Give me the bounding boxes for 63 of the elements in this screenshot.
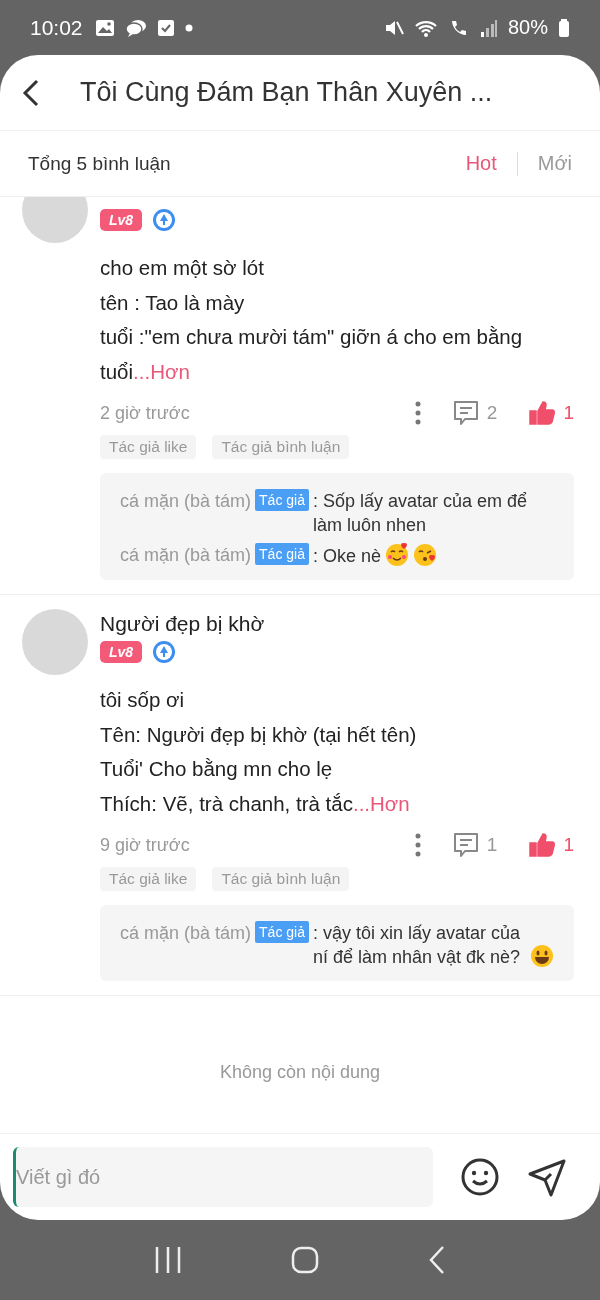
author-tag: Tác giả bình luận	[212, 867, 350, 891]
timestamp: 2 giờ trước	[100, 402, 191, 424]
comment-total: Tổng 5 bình luận	[28, 152, 172, 175]
send-icon	[527, 1157, 567, 1197]
like-count: 1	[563, 402, 574, 424]
more-options-button[interactable]	[414, 833, 421, 857]
sort-tab[interactable]: Mới	[537, 152, 572, 175]
username: Người đẹp bị khờ	[100, 611, 266, 637]
comment-input[interactable]: Viết gì đó	[13, 1147, 433, 1207]
author-tag: Tác giả like	[100, 435, 197, 459]
more-options-button[interactable]	[414, 401, 421, 425]
back-button[interactable]	[22, 78, 40, 107]
level-badge: Lv8	[100, 641, 143, 663]
comment-icon[interactable]	[452, 400, 479, 426]
page-title: Tôi Cùng Đám Bạn Thân Xuyên ...	[80, 77, 493, 108]
recent-apps-icon	[154, 1245, 183, 1275]
reply-author[interactable]: cá mặn (bà tám)	[120, 543, 252, 567]
more-vertical-icon	[414, 833, 421, 857]
level-badge: Lv8	[100, 209, 143, 231]
back-icon	[22, 78, 40, 107]
end-of-content-note: Không còn nội dung	[218, 1061, 382, 1084]
back-nav-button[interactable]	[427, 1245, 446, 1275]
smiley-emoji-icon	[530, 944, 554, 968]
reply-author[interactable]: cá mặn (bà tám)	[120, 921, 252, 945]
recent-apps-button[interactable]	[154, 1245, 183, 1275]
author-badge: Tác giả	[255, 489, 309, 511]
send-button[interactable]	[527, 1157, 567, 1197]
reply-count: 1	[486, 834, 498, 856]
signal-icon	[479, 17, 498, 38]
battery-icon	[558, 17, 570, 38]
back-icon	[427, 1245, 446, 1275]
author-tag: Tác giả bình luận	[212, 435, 350, 459]
smiley-emoji-icon	[413, 543, 437, 567]
home-button[interactable]	[291, 1246, 319, 1274]
smiley-emoji-icon	[385, 543, 409, 567]
smiley-icon	[460, 1157, 500, 1197]
thumbs-up-icon[interactable]	[529, 400, 556, 426]
reply-text: : Sốp lấy avatar của em để làm luôn nhen	[312, 490, 529, 537]
thumbs-up-icon[interactable]	[529, 832, 556, 858]
more-vertical-icon	[414, 401, 421, 425]
chat-icon	[124, 18, 147, 37]
checkbox-icon	[156, 18, 175, 37]
battery-percent: 80%	[507, 16, 548, 39]
more-link[interactable]: ...Hơn	[352, 791, 410, 815]
reply-author[interactable]: cá mặn (bà tám)	[120, 489, 252, 513]
home-icon	[291, 1246, 319, 1274]
author-badge: Tác giả	[255, 921, 309, 943]
like-count: 1	[563, 834, 574, 856]
author-badge: Tác giả	[255, 543, 309, 565]
more-link[interactable]: ...Hơn	[133, 359, 190, 383]
comment-text: tôi sốp ơi Tên: Người đẹp bị khờ (tại hết tên) Tuổi' Cho bằng mn cho lẹ Thích: Vẽ, trà chanh, trà tắc...Hơn	[100, 687, 418, 817]
status-time: 10:02	[30, 15, 83, 40]
image-icon	[94, 18, 115, 37]
comment-text: cho em một sờ lót tên : Tao là mày tuổi :"em chưa mười tám" giỡn á cho em bằng tuổi...Hơn	[100, 255, 524, 385]
emoji-button[interactable]	[460, 1157, 500, 1197]
author-tag: Tác giả like	[100, 867, 197, 891]
comment-icon[interactable]	[452, 832, 479, 858]
timestamp: 9 giờ trước	[100, 834, 191, 856]
reply-text: : Oke nè	[312, 545, 381, 568]
reply-text: : vậy tôi xin lấy avatar của ní để làm nhân vật đk nè?	[312, 922, 522, 969]
sort-tab[interactable]: Hot	[465, 152, 497, 175]
reply-count: 2	[486, 402, 498, 424]
dot-icon	[184, 23, 193, 32]
